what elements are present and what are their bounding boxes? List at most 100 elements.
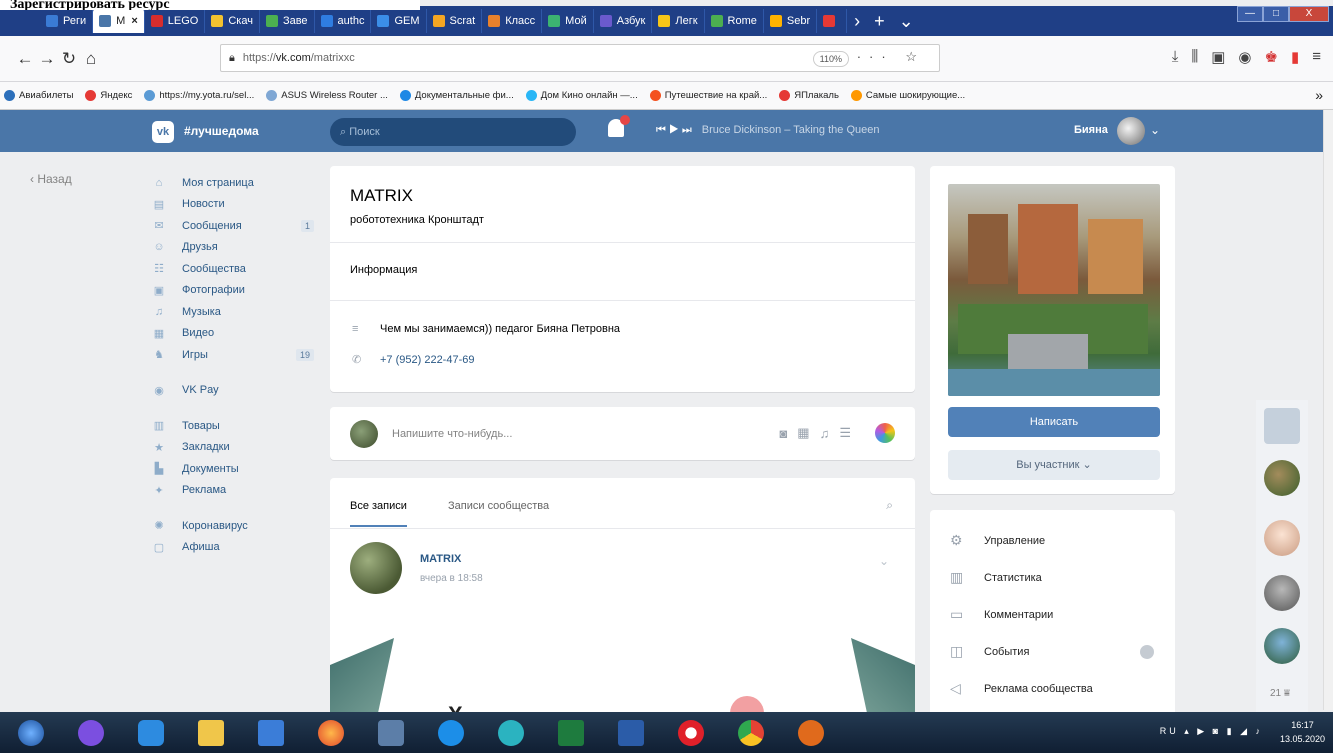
- vk-search-input[interactable]: ⌕ Поиск: [330, 118, 576, 146]
- sidebar-item[interactable]: ▣ Фотографии: [152, 280, 322, 302]
- group-avatar-photo[interactable]: [948, 184, 1160, 396]
- audio-player[interactable]: ⏮ ▶ ⏭ Bruce Dickinson – Taking the Queen: [656, 124, 879, 137]
- camera-icon[interactable]: ◙: [779, 426, 787, 441]
- cart-icon[interactable]: ♚: [1265, 48, 1278, 66]
- browser-tab[interactable]: Скач: [205, 9, 260, 33]
- chats-icon[interactable]: [1264, 408, 1300, 444]
- management-item[interactable]: ▭ Комментарии: [950, 606, 1160, 623]
- back-link[interactable]: ‹ Назад: [30, 172, 72, 186]
- browser-tab[interactable]: Легк: [652, 9, 705, 33]
- chat-avatar[interactable]: [1264, 460, 1300, 496]
- start-button[interactable]: [14, 718, 48, 748]
- sidebar-item[interactable]: ♫ Музыка: [152, 301, 322, 323]
- tab-all-posts[interactable]: Все записи: [350, 500, 407, 527]
- taskbar-app-icon[interactable]: [494, 718, 528, 748]
- sidebar-item[interactable]: ▥ Товары: [152, 415, 322, 437]
- chevron-down-icon[interactable]: ⌄: [879, 554, 889, 568]
- sidebar-icon[interactable]: ▣: [1211, 48, 1225, 66]
- post-author-avatar[interactable]: [350, 542, 402, 594]
- bookmark-item[interactable]: ЯПлакаль: [779, 90, 839, 101]
- back-arrow-icon[interactable]: ←: [14, 49, 36, 69]
- browser-tab[interactable]: LEGO: [145, 9, 206, 33]
- sidebar-item[interactable]: ▙ Документы: [152, 458, 322, 480]
- bookmark-item[interactable]: Самые шокирующие...: [850, 90, 965, 101]
- sidebar-item[interactable]: ☷ Сообщества: [152, 258, 322, 280]
- tab-community-posts[interactable]: Записи сообщества: [448, 500, 549, 512]
- browser-tab[interactable]: Реги: [40, 9, 94, 33]
- browser-tab[interactable]: Заве: [260, 9, 315, 33]
- sidebar-item[interactable]: ★ Закладки: [152, 437, 322, 459]
- home-icon[interactable]: ⌂: [80, 49, 102, 69]
- teamviewer-icon[interactable]: [434, 718, 468, 748]
- bookmark-item[interactable]: Путешествие на край...: [649, 90, 767, 101]
- search-icon[interactable]: ⌕: [886, 498, 893, 513]
- user-name[interactable]: Бияна: [1074, 124, 1108, 136]
- browser-tab[interactable]: Азбук: [594, 9, 653, 33]
- browser-tab[interactable]: GEM: [371, 9, 427, 33]
- forward-arrow-icon[interactable]: →: [36, 49, 58, 69]
- address-bar[interactable]: 🔒︎ https://vk.com/matrixxc 110% ··· ☆: [220, 44, 940, 72]
- page-scrollbar[interactable]: [1323, 110, 1333, 710]
- sidebar-item[interactable]: ▢ Афиша: [152, 537, 322, 559]
- browser-tab[interactable]: Мой: [542, 9, 594, 33]
- vk-logo-icon[interactable]: vk: [152, 121, 174, 143]
- bookmark-item[interactable]: Яндекс: [85, 90, 132, 101]
- chevron-down-icon[interactable]: ⌄: [1150, 123, 1160, 137]
- poll-icon[interactable]: ☰: [839, 425, 851, 441]
- bookmark-item[interactable]: Дом Кино онлайн —...: [525, 90, 638, 101]
- bookmarks-overflow-icon[interactable]: »: [1315, 87, 1323, 103]
- video-icon[interactable]: ▦: [797, 425, 809, 441]
- browser-tab[interactable]: Scrat: [427, 9, 483, 33]
- browser-tab[interactable]: authc: [315, 9, 372, 33]
- track-title[interactable]: Bruce Dickinson – Taking the Queen: [702, 124, 880, 136]
- sidebar-item[interactable]: ✉ Сообщения 1: [152, 215, 322, 237]
- management-item[interactable]: ⚙ Управление: [950, 532, 1160, 549]
- send-message-button[interactable]: Написать: [948, 407, 1160, 437]
- chat-avatar[interactable]: [1264, 628, 1300, 664]
- media-player-icon[interactable]: [794, 718, 828, 748]
- opera-icon[interactable]: [674, 718, 708, 748]
- zoom-level[interactable]: 110%: [812, 51, 849, 67]
- explorer-icon[interactable]: [194, 718, 228, 748]
- post-input[interactable]: Напишите что-нибудь...: [392, 428, 512, 440]
- sidebar-item[interactable]: ▤ Новости: [152, 194, 322, 216]
- browser-tab[interactable]: Sebr: [764, 9, 818, 33]
- bookmark-item[interactable]: https://my.yota.ru/sel...: [144, 90, 254, 101]
- download-icon[interactable]: ⤓: [1172, 48, 1179, 66]
- browser-tab[interactable]: Rome: [705, 9, 764, 33]
- phone-row[interactable]: ✆ +7 (952) 222-47-69: [352, 353, 474, 367]
- taskbar-clock[interactable]: 16:17 13.05.2020: [1280, 718, 1325, 746]
- browser-tab-active[interactable]: М ×: [93, 9, 145, 33]
- info-label[interactable]: Информация: [350, 264, 417, 276]
- chrome-icon[interactable]: [734, 718, 768, 748]
- maximize-button[interactable]: □: [1263, 6, 1289, 22]
- management-item[interactable]: ◁ Реклама сообщества: [950, 680, 1160, 697]
- player-controls[interactable]: ⏮ ▶ ⏭: [656, 124, 692, 136]
- new-tab-icon[interactable]: +: [874, 11, 885, 32]
- chat-avatar[interactable]: [1264, 520, 1300, 556]
- post-date[interactable]: вчера в 18:58: [420, 573, 483, 584]
- sidebar-item[interactable]: ⌂ Моя страница: [152, 172, 322, 194]
- bookmark-item[interactable]: Документальные фи...: [399, 90, 514, 101]
- group-tag[interactable]: #лучшедома: [184, 124, 259, 138]
- post-color-icon[interactable]: [875, 423, 895, 443]
- firefox-icon[interactable]: [314, 718, 348, 748]
- sidebar-item[interactable]: ☺ Друзья: [152, 237, 322, 259]
- scroll-tabs-icon[interactable]: ›: [854, 11, 860, 32]
- word-icon[interactable]: [614, 718, 648, 748]
- close-tab-icon[interactable]: ×: [131, 15, 137, 27]
- sidebar-item[interactable]: ▦ Видео: [152, 323, 322, 345]
- user-avatar[interactable]: [1117, 117, 1145, 145]
- bookmark-flag-icon[interactable]: ▮: [1291, 48, 1299, 66]
- reload-icon[interactable]: ↻: [58, 49, 80, 69]
- close-window-button[interactable]: X: [1289, 6, 1329, 22]
- minimize-button[interactable]: —: [1237, 6, 1263, 22]
- taskbar-app-icon[interactable]: [374, 718, 408, 748]
- sidebar-item[interactable]: ◉ VK Pay: [152, 380, 322, 402]
- extension-icon[interactable]: ◉: [1238, 48, 1251, 66]
- page-actions[interactable]: ··· ☆: [857, 49, 925, 65]
- sidebar-item[interactable]: ♞ Игры 19: [152, 344, 322, 366]
- sidebar-item[interactable]: ✺ Коронавирус: [152, 515, 322, 537]
- member-status-button[interactable]: Вы участник ⌄: [948, 450, 1160, 480]
- sidebar-item[interactable]: ✦ Реклама: [152, 480, 322, 502]
